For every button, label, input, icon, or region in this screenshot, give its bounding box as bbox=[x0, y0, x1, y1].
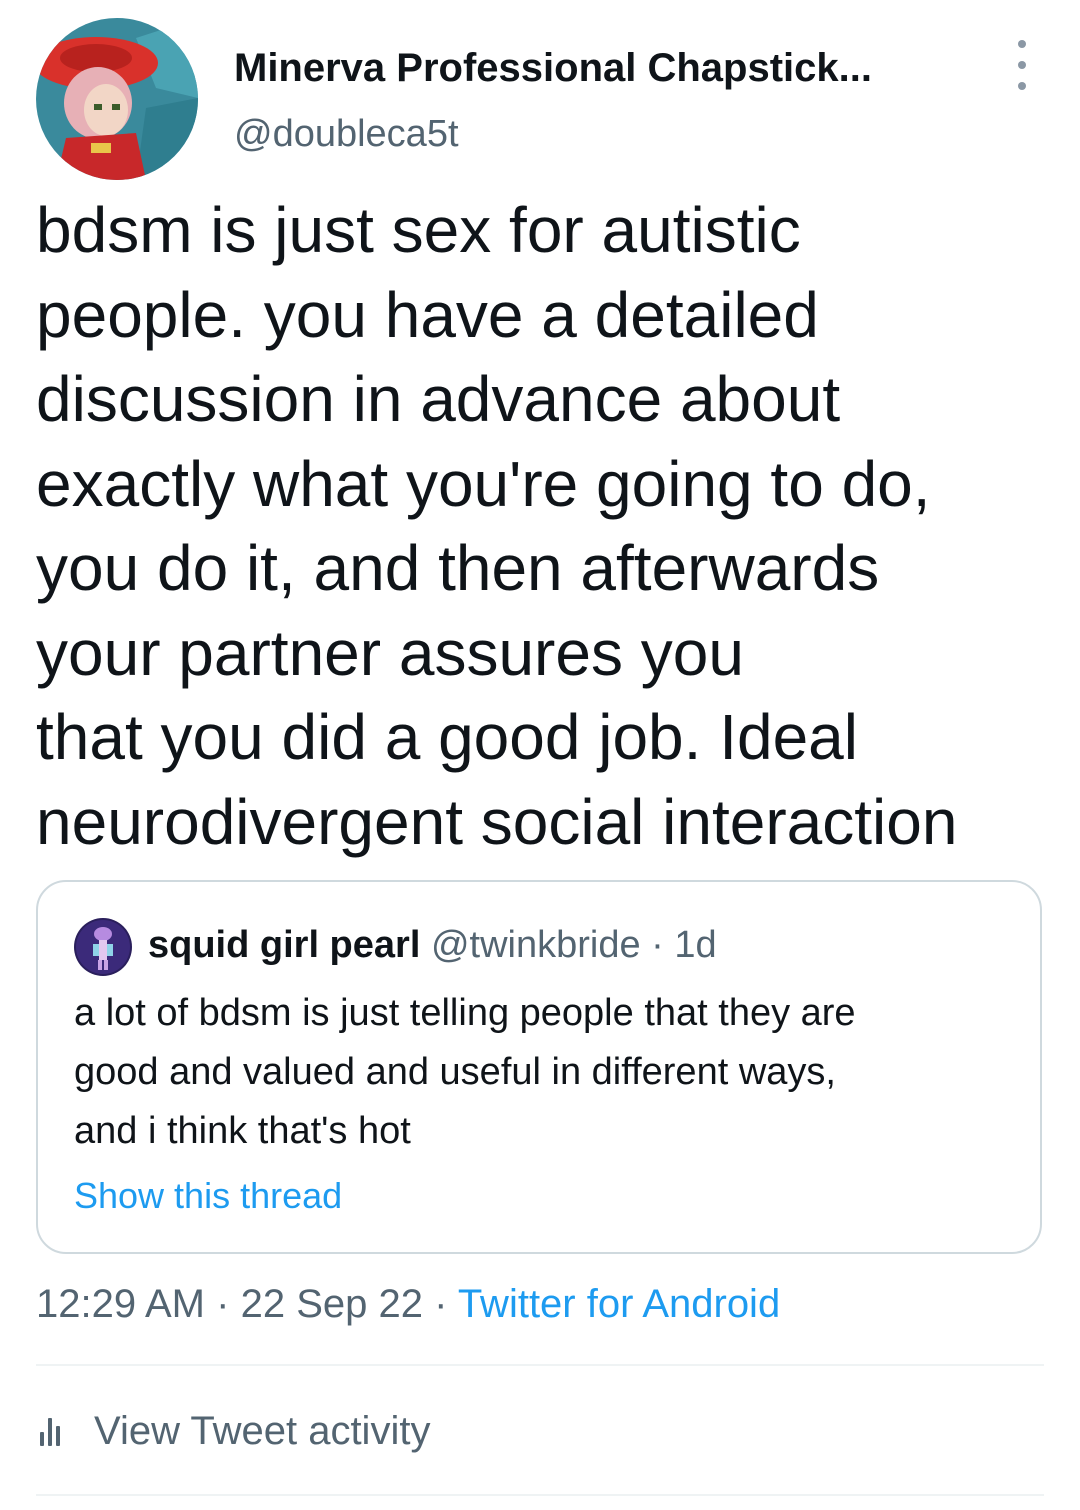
show-thread-link[interactable]: Show this thread bbox=[74, 1174, 342, 1218]
quoted-tweet-text: a lot of bdsm is just telling people tha… bbox=[74, 984, 1024, 1161]
view-tweet-activity-button[interactable]: View Tweet activity bbox=[40, 1406, 430, 1456]
divider bbox=[36, 1364, 1044, 1366]
tweet-line: bdsm is just sex for autistic bbox=[36, 194, 801, 266]
tweet-line: that you did a good job. Ideal bbox=[36, 701, 858, 773]
author-avatar[interactable] bbox=[36, 18, 198, 180]
quoted-tweet-header: squid girl pearl @twinkbride · 1d bbox=[148, 920, 717, 970]
tweet-date[interactable]: 22 Sep 22 bbox=[241, 1282, 423, 1326]
quoted-tweet-card[interactable]: squid girl pearl @twinkbride · 1d a lot … bbox=[36, 880, 1042, 1254]
tweet-line: your partner assures you bbox=[36, 616, 744, 689]
tweet-line: neurodivergent social interaction bbox=[36, 785, 958, 858]
tweet-text: bdsm is just sex for autistic people. yo… bbox=[36, 188, 1056, 864]
divider bbox=[36, 1494, 1044, 1496]
quoted-line: and i think that's hot bbox=[74, 1110, 411, 1152]
quoted-timestamp: 1d bbox=[674, 924, 717, 966]
bar-chart-icon bbox=[40, 1416, 72, 1446]
more-dot bbox=[1018, 61, 1026, 69]
author-display-name[interactable]: Minerva Professional Chapstick... bbox=[234, 44, 872, 92]
more-dot bbox=[1018, 82, 1026, 90]
quoted-line: a lot of bdsm is just telling people tha… bbox=[74, 992, 856, 1034]
quoted-separator: · bbox=[651, 924, 664, 966]
tweet-time[interactable]: 12:29 AM bbox=[36, 1282, 205, 1326]
quoted-avatar-image bbox=[74, 918, 132, 976]
tweet-source-link[interactable]: Twitter for Android bbox=[458, 1282, 780, 1326]
more-dot bbox=[1018, 40, 1026, 48]
more-vertical-icon[interactable] bbox=[1004, 40, 1040, 90]
tweet-line: you do it, and then afterwards bbox=[36, 532, 880, 604]
quoted-author-avatar bbox=[74, 918, 132, 976]
view-tweet-activity-label: View Tweet activity bbox=[94, 1409, 431, 1453]
quoted-author-name: squid girl pearl bbox=[148, 924, 421, 966]
tweet-line: exactly what you're going to do, bbox=[36, 447, 931, 520]
meta-separator: · bbox=[216, 1282, 230, 1326]
tweet-line: people. you have a detailed bbox=[36, 278, 819, 351]
quoted-author-handle: @twinkbride bbox=[430, 924, 641, 966]
tweet-line: discussion in advance about bbox=[36, 363, 841, 435]
tweet-metadata: 12:29 AM · 22 Sep 22 · Twitter for Andro… bbox=[36, 1280, 780, 1328]
author-avatar-image bbox=[36, 18, 198, 180]
meta-separator: · bbox=[434, 1282, 448, 1326]
author-handle[interactable]: @doubleca5t bbox=[234, 112, 459, 156]
quoted-line: good and valued and useful in different … bbox=[74, 1051, 836, 1093]
